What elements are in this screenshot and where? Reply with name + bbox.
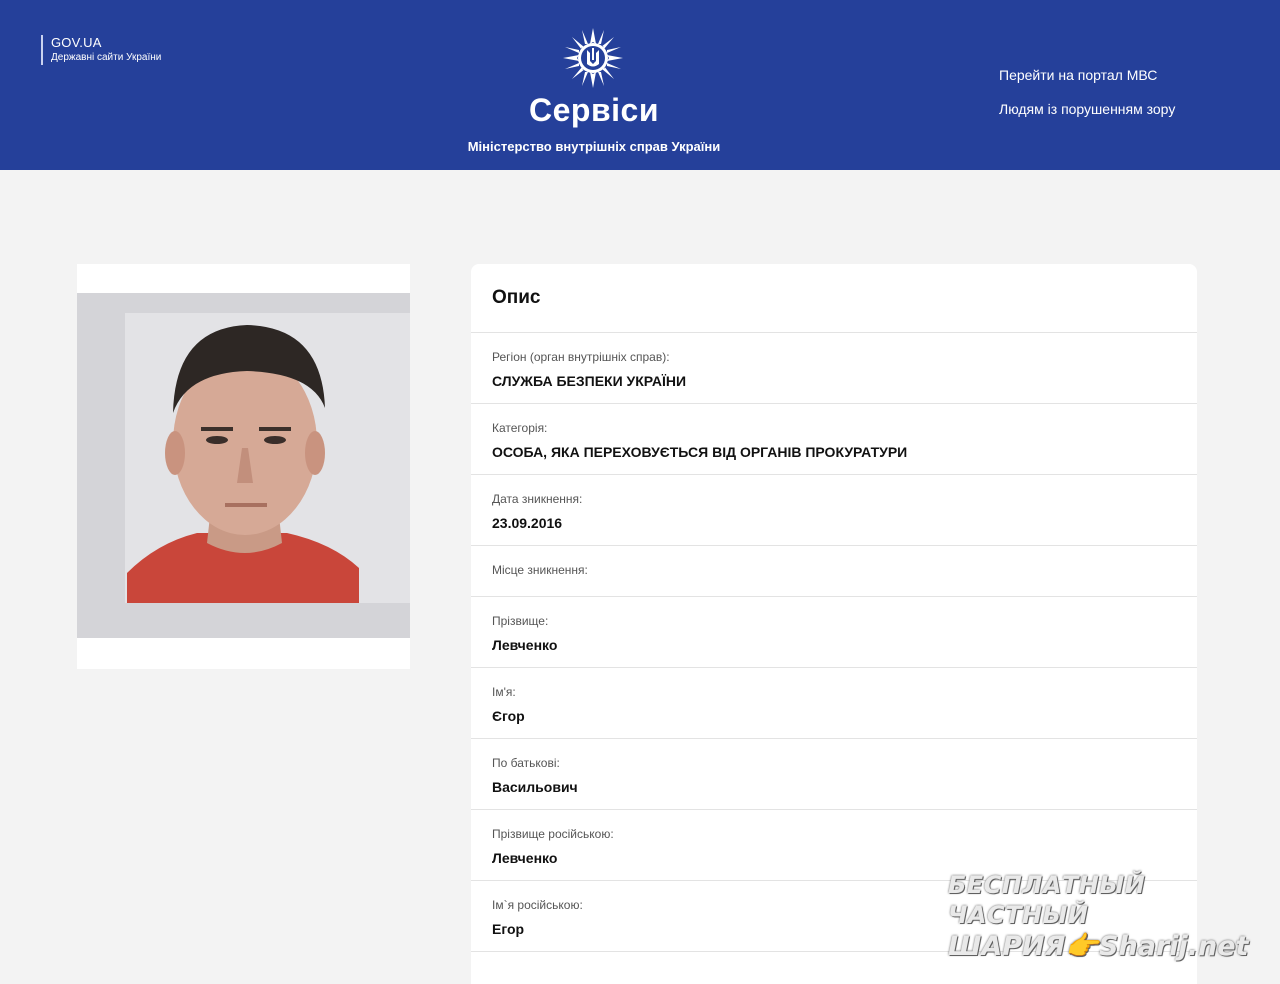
field-label: Прізвище: xyxy=(492,614,549,628)
field-value: 23.09.2016 xyxy=(492,515,563,531)
info-title: Опис xyxy=(471,264,1197,333)
field-disappearance-date: Дата зникнення: 23.09.2016 xyxy=(471,475,1197,546)
site-header: GOV.UA Державні сайти України Сервіси Мі… xyxy=(0,0,1280,170)
field-first-name: Ім'я: Єгор xyxy=(471,668,1197,739)
watermark: БЕСПЛАТНЫЙ ЧАСТНЫЙ ШАРИЯ👉Sharij.net xyxy=(948,870,1258,964)
field-label: Дата зникнення: xyxy=(492,492,583,506)
field-patronymic: По батькові: Васильович xyxy=(471,739,1197,810)
photo-card xyxy=(77,264,410,669)
field-region: Регіон (орган внутрішніх справ): СЛУЖБА … xyxy=(471,333,1197,404)
field-value: ОСОБА, ЯКА ПЕРЕХОВУЄТЬСЯ ВІД ОРГАНІВ ПРО… xyxy=(492,444,908,460)
person-photo-image xyxy=(77,293,410,638)
field-label: Прізвище російською: xyxy=(492,827,614,841)
field-surname: Прізвище: Левченко xyxy=(471,597,1197,668)
gov-ua-link[interactable]: GOV.UA Державні сайти України xyxy=(41,35,161,65)
field-value: Левченко xyxy=(492,850,558,866)
field-value: Єгор xyxy=(492,708,525,724)
field-value: СЛУЖБА БЕЗПЕКИ УКРАЇНИ xyxy=(492,373,687,389)
brand-subtitle: Міністерство внутрішніх справ України xyxy=(467,139,721,154)
field-label: Ім'я: xyxy=(492,685,516,699)
gov-ua-subtitle: Державні сайти України xyxy=(51,52,162,63)
field-value: Васильович xyxy=(492,779,578,795)
field-label: Місце зникнення: xyxy=(492,563,588,577)
police-emblem-icon xyxy=(563,28,623,88)
field-label: Категорія: xyxy=(492,421,548,435)
accessibility-link[interactable]: Людям із порушенням зору xyxy=(999,101,1175,117)
mvs-portal-link[interactable]: Перейти на портал МВС xyxy=(999,67,1157,83)
field-label: По батькові: xyxy=(492,756,560,770)
watermark-line2: ШАРИЯ👉Sharij.net xyxy=(948,931,1249,962)
person-photo xyxy=(77,293,410,638)
gov-ua-title: GOV.UA xyxy=(51,35,102,50)
field-disappearance-place: Місце зникнення: xyxy=(471,546,1197,597)
field-category: Категорія: ОСОБА, ЯКА ПЕРЕХОВУЄТЬСЯ ВІД … xyxy=(471,404,1197,475)
watermark-line1: БЕСПЛАТНЫЙ ЧАСТНЫЙ xyxy=(948,871,1146,929)
field-value: Левченко xyxy=(492,637,558,653)
field-label: Регіон (орган внутрішніх справ): xyxy=(492,350,670,364)
